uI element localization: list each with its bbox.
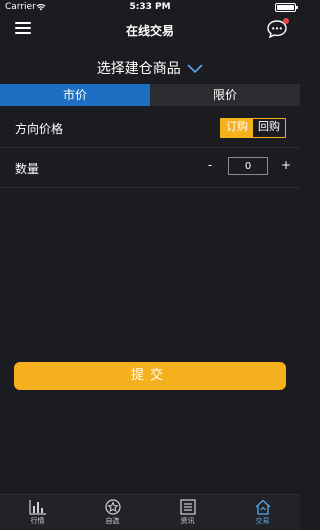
direction-label: 方向价格 xyxy=(15,122,64,136)
tabbar-item-news[interactable]: 资讯 xyxy=(150,495,225,530)
tabbar-label: 资讯 xyxy=(180,517,195,525)
nav-bar: 在线交易 xyxy=(0,14,300,45)
page-title: 在线交易 xyxy=(125,24,174,38)
order-type-tabs: 市价 限价 xyxy=(0,84,300,106)
sell-button[interactable]: 回购 xyxy=(253,119,285,137)
home-trade-icon xyxy=(255,499,270,515)
buy-button[interactable]: 订购 xyxy=(221,119,253,137)
status-time: 5:33 PM xyxy=(129,2,171,12)
product-selector-label: 选择建仓商品 xyxy=(96,61,181,77)
news-icon xyxy=(179,499,196,515)
direction-row: 方向价格 订购 回购 xyxy=(0,108,300,148)
quantity-increment-button[interactable]: + xyxy=(280,158,292,172)
quantity-row: 数量 - + xyxy=(0,148,300,188)
product-selector[interactable]: 选择建仓商品 xyxy=(0,52,300,82)
bar-chart-icon xyxy=(28,500,46,515)
tabbar-label: 自选 xyxy=(105,517,120,525)
chat-bubble-icon[interactable] xyxy=(266,18,289,39)
tabbar-item-watchlist[interactable]: 自选 xyxy=(75,495,150,530)
tab-market-price[interactable]: 市价 xyxy=(0,84,150,106)
chevron-down-icon xyxy=(187,64,203,74)
battery-icon xyxy=(275,3,298,12)
quantity-label: 数量 xyxy=(15,162,40,176)
star-icon xyxy=(104,499,121,515)
tabbar-item-trade[interactable]: 交易 xyxy=(225,495,300,530)
tabbar-label: 交易 xyxy=(255,517,270,525)
notification-dot xyxy=(283,18,289,24)
direction-toggle: 订购 回购 xyxy=(220,118,286,138)
tab-limit-price[interactable]: 限价 xyxy=(150,84,300,106)
status-bar: Carrier 5:33 PM xyxy=(0,0,300,14)
quantity-input[interactable] xyxy=(228,157,268,175)
tabbar-label: 行情 xyxy=(30,517,45,525)
quantity-decrement-button[interactable]: - xyxy=(204,158,216,172)
submit-button[interactable]: 提交 xyxy=(14,362,286,390)
bottom-tab-bar: 行情 自选 资讯 交易 xyxy=(0,494,300,530)
tabbar-item-market[interactable]: 行情 xyxy=(0,495,75,530)
